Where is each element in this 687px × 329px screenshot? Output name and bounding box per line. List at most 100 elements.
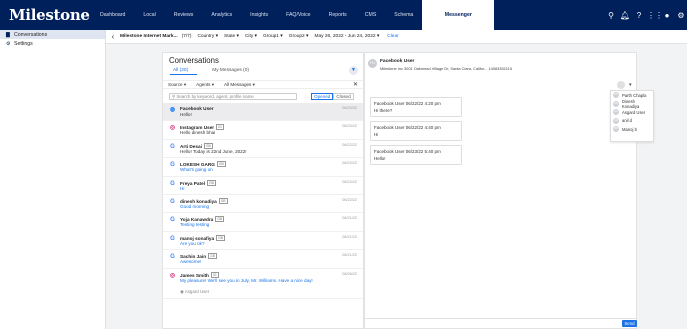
agent-name: Manoj b <box>622 126 637 132</box>
gear-icon: ⚙ <box>6 40 11 47</box>
last-message: Hello dinesh bhai <box>180 130 216 136</box>
contact-name-text: Facebook User <box>180 106 214 111</box>
conversation-row[interactable]: G Sachin Jain GB Awesome! 06/21/22 <box>163 250 363 269</box>
city-filter[interactable]: City ▾ <box>245 34 257 39</box>
messages-dropdown[interactable]: All Messages ▾ <box>224 82 255 88</box>
conversation-row[interactable]: G LOKESH GARG GB What's going on 06/22/22 <box>163 158 363 177</box>
source-badge: GB <box>207 179 216 186</box>
message-text: Hi <box>374 132 379 137</box>
gear-icon[interactable]: ⚙ <box>675 11 687 20</box>
last-message: Hello! Today is 22nd June, 2022! <box>180 148 247 154</box>
state-filter[interactable]: State ▾ <box>224 34 239 39</box>
sidebar-item-label: Settings <box>14 40 33 47</box>
bell-icon[interactable]: 🔔︎ <box>619 11 631 20</box>
timestamp: 06/22/22 <box>342 161 357 166</box>
last-message: Awesome! <box>180 259 202 265</box>
google-icon: G <box>170 143 175 150</box>
nav-reviews[interactable]: Reviews <box>165 0 203 30</box>
agent-option[interactable]: AU Asgard User <box>611 108 653 117</box>
grid-icon[interactable]: ⋮⋮ <box>647 11 663 20</box>
google-icon: G <box>170 180 175 187</box>
conversation-row[interactable]: G Freya Patel GB Hi 06/22/22 <box>163 177 363 195</box>
assign-agent-button[interactable] <box>617 81 625 89</box>
agent-dropdown: PC Parth Chapla DK Dinesh Konadiya AU Asgar… <box>610 90 654 142</box>
conversations-title: Conversations <box>169 56 219 65</box>
conversation-filters: Source ▾ Agents ▾ All Messages ▾ ✕ <box>163 80 363 89</box>
nav-schema[interactable]: Schema <box>385 0 422 30</box>
timestamp: 06/21/22 <box>342 216 357 221</box>
avatar: AU <box>613 109 619 116</box>
nav-analytics[interactable]: Analytics <box>202 0 241 30</box>
nav-reports[interactable]: Reports <box>320 0 356 30</box>
last-message: Testing testing <box>180 222 210 228</box>
chevron-down-icon[interactable]: ▾ <box>629 82 632 88</box>
agent-label: ◉ Asgard User <box>180 288 210 294</box>
search-icon[interactable]: ⚲ <box>605 11 617 20</box>
conversation-row[interactable]: ◎ Instagram User IG Hello dinesh bhai 06/23/… <box>163 121 363 140</box>
tab-all[interactable]: All (20) <box>173 68 188 73</box>
chat-contact-info: Milestone Inc 3001 Oakmead Village Dr, S… <box>380 66 513 71</box>
conversation-row[interactable]: Gdinesh konadiya GB Good morning 06/22/22 <box>163 195 363 214</box>
nav-faq-voice[interactable]: FAQ/Voice <box>277 0 320 30</box>
clear-filters-link[interactable]: Clear <box>387 34 398 39</box>
agent-option[interactable]: AD anil d <box>611 117 653 126</box>
timestamp: 06/21/22 <box>342 234 357 239</box>
agent-name: Asgard User <box>184 288 210 294</box>
agents-dropdown[interactable]: Agents ▾ <box>196 82 214 88</box>
country-filter[interactable]: Country ▾ <box>197 34 218 39</box>
agent-name: Asgard User <box>622 109 646 115</box>
conversation-row[interactable]: ◍ Facebook User Hello! 06/23/22 <box>163 103 363 122</box>
google-icon: G <box>170 235 175 242</box>
closed-button[interactable]: Closed <box>333 93 354 100</box>
contact-name: Facebook User <box>180 106 214 111</box>
top-navigation: Milestone Dashboard Local Reviews Analyt… <box>0 0 687 30</box>
search-input[interactable]: ⚲ Search by keyword, agent, profile name <box>169 93 297 100</box>
nav-cms[interactable]: CMS <box>356 0 386 30</box>
group1-filter[interactable]: Group1 ▾ <box>263 34 283 39</box>
send-button[interactable]: Send <box>622 320 637 327</box>
source-dropdown[interactable]: Source ▾ <box>168 82 186 88</box>
agent-option[interactable]: DK Dinesh Konadiya <box>611 99 653 109</box>
message-bubble: Facebook User 06/23/22 5:40 pm Hello! <box>370 145 462 165</box>
date-range-filter[interactable]: May 26, 2022 - Jun 24, 2022 ▾ <box>314 34 379 39</box>
timestamp: 06/06/22 <box>342 271 357 276</box>
last-message: Hello! <box>180 112 192 117</box>
nav-insights[interactable]: Insights <box>241 0 277 30</box>
status-toggle: Opened Closed <box>311 93 354 100</box>
nav-messenger[interactable]: Messenger <box>422 0 495 30</box>
conversation-row[interactable]: G Arti Desai GB Hello! Today is 22nd June, … <box>163 140 363 159</box>
user-icon[interactable]: ● <box>661 11 673 20</box>
conversation-row[interactable]: Gmanoj sonafiya GB Are you ok? 06/21/22 <box>163 232 363 251</box>
back-arrow-icon[interactable]: ‹ <box>106 32 120 41</box>
conversation-row[interactable]: G Yoja Kanawdra GB Testing testing 06/21/22 <box>163 213 363 232</box>
sidebar-item-settings[interactable]: ⚙ Settings <box>0 39 105 48</box>
opened-button[interactable]: Opened <box>311 93 334 100</box>
google-icon: G <box>170 254 175 261</box>
filter-icon[interactable]: ▼ <box>349 66 358 75</box>
timestamp: 06/22/22 <box>342 179 357 184</box>
nav-local[interactable]: Local <box>134 0 164 30</box>
source-badge: IG <box>216 124 224 131</box>
timestamp: 06/21/22 <box>342 253 357 258</box>
logo[interactable]: Milestone <box>9 6 91 24</box>
account-selector[interactable]: Milestone Internet Mark... <box>120 34 178 39</box>
help-icon[interactable]: ? <box>633 11 645 20</box>
timestamp: 06/22/22 <box>342 142 357 147</box>
composer-divider <box>364 318 637 319</box>
agent-option[interactable]: MB Manoj b <box>611 125 653 134</box>
sidebar-item-conversations[interactable]: ▇ Conversations <box>0 30 105 39</box>
active-tab-indicator <box>170 74 197 75</box>
tab-my-messages[interactable]: My Messages (0) <box>212 68 249 73</box>
last-message: Are you ok? <box>180 240 205 246</box>
group2-filter[interactable]: Group2 ▾ <box>289 34 309 39</box>
filter-bar: ‹ Milestone Internet Mark... (7/7) Count… <box>106 30 687 44</box>
avatar: PC <box>613 92 619 99</box>
close-icon[interactable]: ✕ <box>353 81 358 88</box>
conversation-row[interactable]: ◎ James Smith IG My pleasure! We'll see you… <box>163 269 363 299</box>
nav-dashboard[interactable]: Dashboard <box>91 0 134 30</box>
message-text: Hi there? <box>374 108 393 113</box>
avatar: FU <box>368 59 377 68</box>
last-message: Good morning <box>180 203 210 209</box>
google-icon: G <box>170 217 175 224</box>
avatar: AD <box>613 117 619 124</box>
